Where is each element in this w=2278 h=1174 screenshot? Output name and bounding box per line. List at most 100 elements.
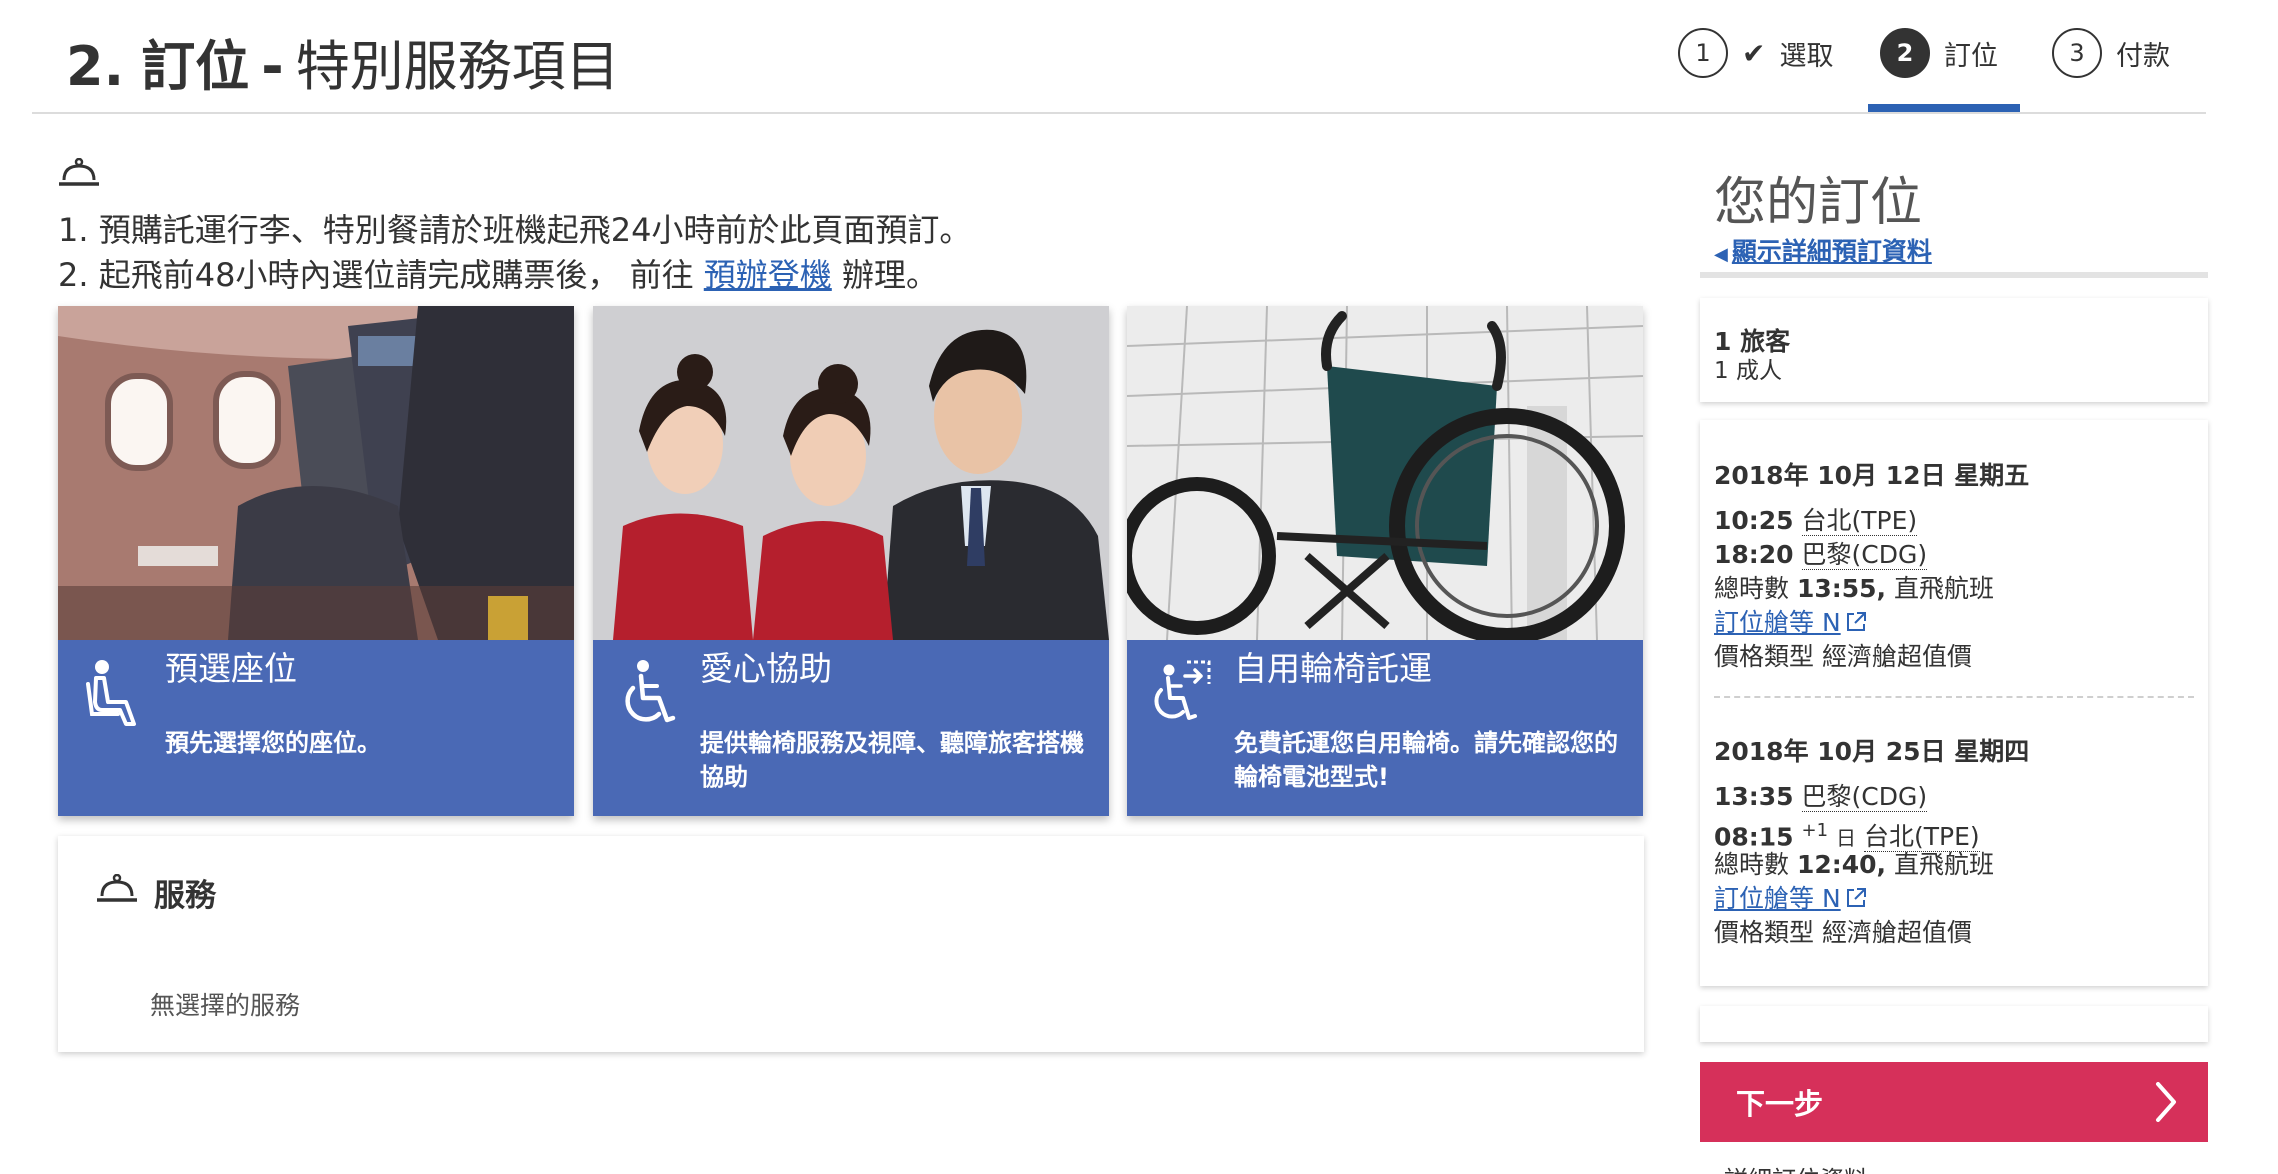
booking-class-value: N [1821, 884, 1841, 913]
card-body: 愛心協助 提供輪椅服務及視障、聽障旅客搭機協助 [593, 640, 1109, 816]
selected-services-panel: 服務 無選擇的服務 [58, 836, 1644, 1052]
booking-class-line: 訂位艙等 N [1714, 606, 2194, 640]
departure-line: 13:35 巴黎(CDG) [1714, 780, 2194, 814]
booking-class-value: N [1821, 608, 1841, 637]
duration-line: 總時數 13:55, 直飛航班 [1714, 572, 2194, 606]
seat-icon [86, 660, 136, 726]
services-empty-text: 無選擇的服務 [150, 991, 301, 1020]
wheelchair-transport-card[interactable]: 自用輪椅託運 免費託運您自用輪椅。請先確認您的輪椅電池型式! [1127, 306, 1643, 816]
card-body: 預選座位 預先選擇您的座位。 [58, 640, 574, 816]
duration-label: 總時數 [1714, 574, 1790, 603]
card-description: 免費託運您自用輪椅。請先確認您的輪椅電池型式! [1234, 729, 1618, 791]
notice-line-2-prefix: 2. 起飛前48小時內選位請完成購票後， 前往 [58, 256, 704, 294]
arrival-line: 08:15 +1 日台北(TPE) [1714, 814, 2194, 853]
departure-time: 13:35 [1714, 782, 1794, 811]
fare-line: 價格類型 經濟艙超值價 [1714, 640, 2194, 674]
next-day-offset: +1 [1801, 820, 1829, 841]
services-title: 服務 [154, 878, 216, 914]
booking-class-link[interactable]: 訂位艙等 N [1714, 884, 1841, 913]
chevron-right-icon [2156, 1082, 2176, 1122]
wheelchair-exit-icon [1154, 660, 1211, 720]
fare-type: 經濟艙超值價 [1821, 642, 1972, 671]
wheelchair-photo [1127, 306, 1643, 640]
service-bell-icon [59, 158, 99, 186]
segment-date: 2018年 10月 12日 星期五 [1714, 461, 2030, 490]
title-dash: - [261, 35, 284, 98]
booking-class-line: 訂位艙等 N [1714, 882, 2194, 916]
cabin-seats-illustration [58, 306, 574, 640]
duration-label: 總時數 [1714, 850, 1790, 879]
wheelchair-illustration [1127, 306, 1643, 640]
page-title-bold: 訂位 [141, 35, 250, 98]
show-booking-details-label: 顯示詳細預訂資料 [1731, 237, 1932, 266]
online-checkin-link[interactable]: 預辦登機 [704, 256, 832, 294]
card-description: 預先選擇您的座位。 [165, 729, 381, 757]
passenger-type: 1 成人 [1714, 358, 1782, 384]
step-number-circle: 1 [1678, 28, 1728, 78]
departure-line: 10:25 台北(TPE) [1714, 504, 2194, 538]
departure-city: 巴黎(CDG) [1801, 782, 1928, 812]
step-label: 訂位 [1944, 40, 1998, 72]
external-link-icon [1846, 612, 1866, 631]
flight-type: 直飛航班 [1894, 574, 1995, 603]
next-step-button[interactable]: 下一步 [1700, 1062, 2208, 1142]
crew-photo [593, 306, 1109, 640]
price-summary-panel [1700, 1006, 2208, 1042]
departure-time: 10:25 [1714, 506, 1794, 535]
step-label: 付款 [2116, 40, 2170, 72]
segment-divider [1714, 696, 2194, 698]
booking-class-label: 訂位艙等 [1714, 608, 1815, 637]
card-title: 愛心協助 [700, 649, 832, 688]
page-title: 2. 訂位 - 特別服務項目 [66, 22, 620, 101]
cabin-crew-illustration [593, 306, 1109, 640]
flight-type: 直飛航班 [1894, 850, 1995, 879]
booking-details-footer: 詳細訂位資料 [1724, 1160, 1868, 1174]
step-payment[interactable]: 3 付款 [2052, 27, 2170, 79]
arrival-line: 18:20 巴黎(CDG) [1714, 538, 2194, 572]
next-step-label: 下一步 [1736, 1087, 1824, 1121]
card-title: 自用輪椅託運 [1234, 649, 1432, 688]
fare-label: 價格類型 [1714, 642, 1815, 671]
step-select[interactable]: 1 ✔ 選取 [1678, 27, 1833, 79]
service-bell-icon [97, 874, 137, 902]
card-title: 預選座位 [165, 649, 297, 688]
card-body: 自用輪椅託運 免費託運您自用輪椅。請先確認您的輪椅電池型式! [1127, 640, 1643, 816]
sidebar-divider [1700, 272, 2208, 278]
card-description: 提供輪椅服務及視障、聽障旅客搭機協助 [700, 729, 1084, 791]
seat-selection-card[interactable]: 預選座位 預先選擇您的座位。 [58, 306, 574, 816]
itinerary-summary: 2018年 10月 12日 星期五 10:25 台北(TPE) 18:20 巴黎… [1700, 420, 2208, 986]
show-booking-details-link[interactable]: ◀ 顯示詳細預訂資料 [1714, 232, 1932, 268]
booking-class-label: 訂位艙等 [1714, 884, 1815, 913]
booking-summary-title: 您的訂位 [1714, 173, 1923, 233]
fare-line: 價格類型 經濟艙超值價 [1714, 916, 2194, 950]
segment-date: 2018年 10月 25日 星期四 [1714, 737, 2030, 766]
step-booking[interactable]: 2 訂位 [1880, 27, 1998, 79]
step-label: 選取 [1779, 40, 1834, 72]
duration-line: 總時數 12:40, 直飛航班 [1714, 848, 2194, 882]
duration-value: 13:55, [1796, 574, 1887, 603]
step-number-circle: 2 [1880, 28, 1930, 78]
step-number-circle: 3 [2052, 28, 2102, 78]
page-step-number: 2. [66, 35, 125, 98]
notice-line-2-suffix: 辦理。 [831, 256, 938, 294]
page-title-rest: 特別服務項目 [295, 35, 620, 98]
header-divider [32, 112, 2206, 114]
fare-label: 價格類型 [1714, 918, 1815, 947]
fare-type: 經濟艙超值價 [1821, 918, 1972, 947]
departure-city: 台北(TPE) [1801, 506, 1918, 536]
notice-line-2: 2. 起飛前48小時內選位請完成購票後， 前往 預辦登機 辦理。 [58, 250, 938, 296]
arrival-time: 08:15 [1714, 822, 1794, 852]
seat-photo [58, 306, 574, 640]
flight-segment: 2018年 10月 25日 星期四 13:35 巴黎(CDG) 08:15 +1… [1714, 732, 2194, 950]
booking-class-link[interactable]: 訂位艙等 N [1714, 608, 1841, 637]
duration-value: 12:40, [1796, 850, 1887, 879]
arrival-city: 巴黎(CDG) [1801, 540, 1928, 570]
notice-line-1: 1. 預購託運行李、特別餐請於班機起飛24小時前於此頁面預訂。 [58, 211, 972, 249]
external-link-icon [1846, 888, 1866, 907]
arrival-time: 18:20 [1714, 540, 1794, 569]
next-day-label: 日 [1836, 826, 1857, 851]
flight-segment: 2018年 10月 12日 星期五 10:25 台北(TPE) 18:20 巴黎… [1714, 456, 2194, 674]
caret-left-icon: ◀ [1714, 244, 1728, 265]
special-assistance-card[interactable]: 愛心協助 提供輪椅服務及視障、聽障旅客搭機協助 [593, 306, 1109, 816]
checkmark-icon: ✔ [1742, 36, 1766, 70]
